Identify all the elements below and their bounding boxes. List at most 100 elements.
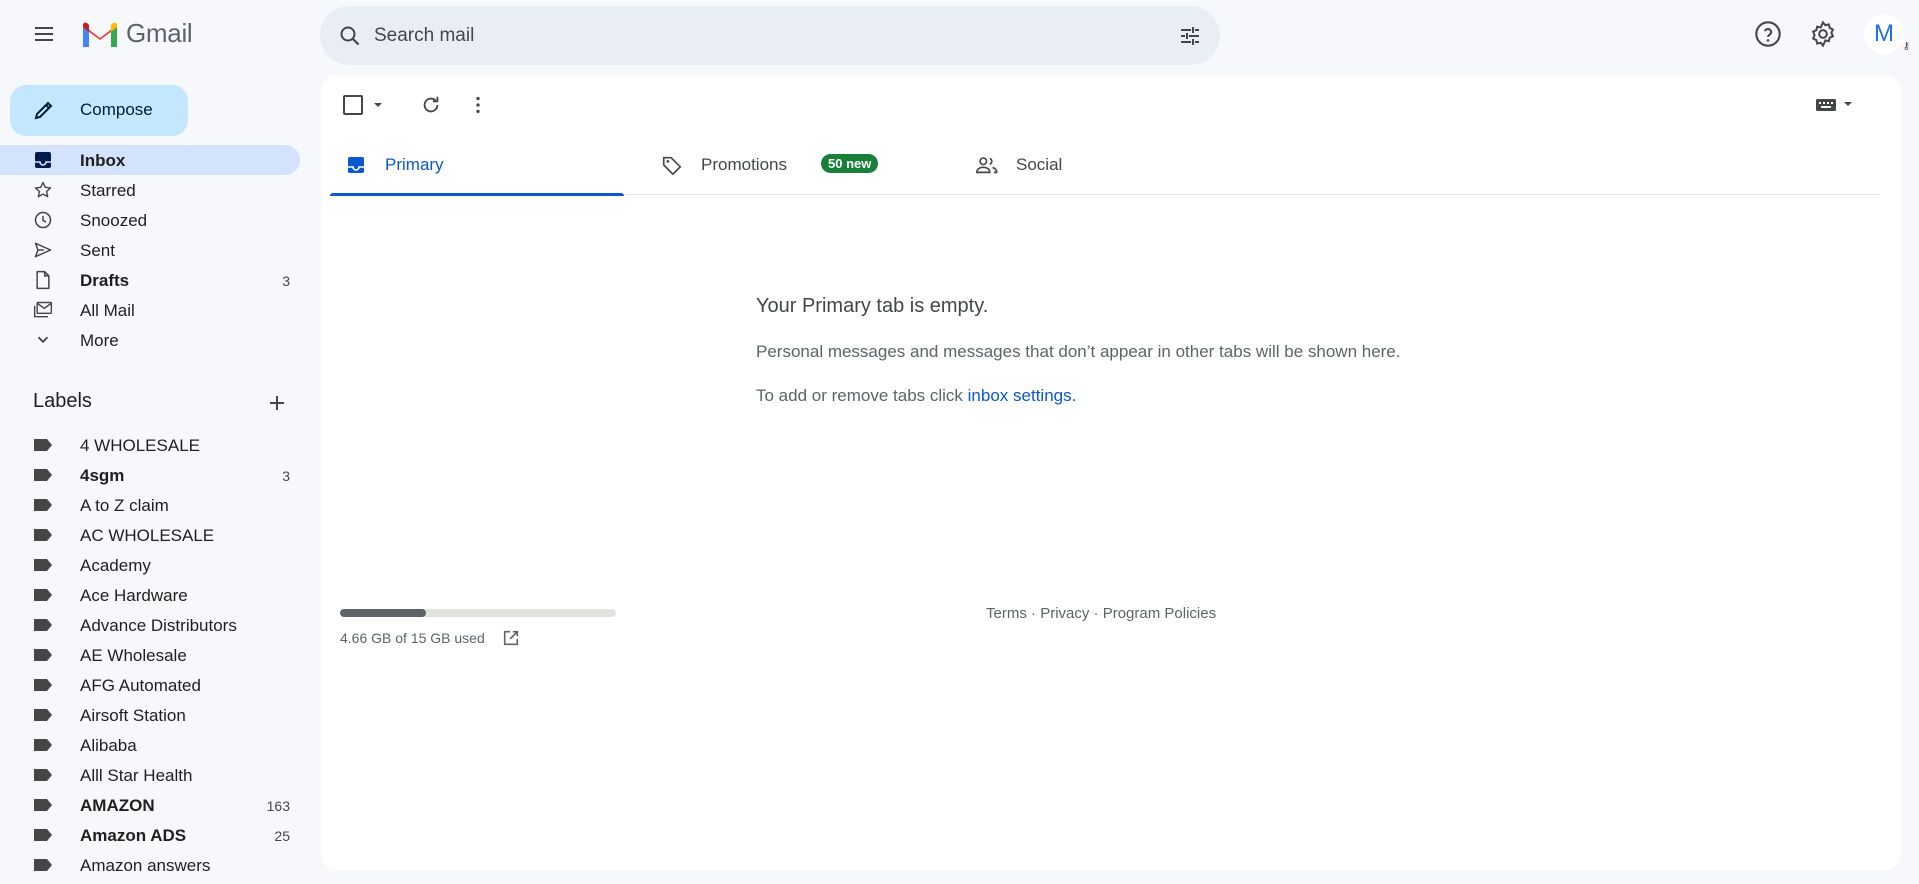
label-icon — [33, 795, 53, 815]
sidebar-item-all-mail[interactable]: All Mail — [0, 295, 300, 325]
search-input[interactable] — [374, 6, 1134, 65]
more-vertical-icon[interactable] — [464, 91, 492, 119]
clock-icon — [33, 210, 53, 230]
label-name: Alll Star Health — [80, 766, 193, 785]
label-item[interactable]: Advance Distributors — [0, 610, 300, 640]
label-name: AFG Automated — [80, 676, 201, 695]
sidebar-item-label: Drafts — [80, 271, 130, 290]
hamburger-icon — [35, 27, 53, 41]
privacy-link[interactable]: Privacy — [1040, 605, 1089, 622]
gmail-logo[interactable]: Gmail — [80, 18, 193, 49]
label-name: Alibaba — [80, 736, 137, 755]
storage-usage-bar — [340, 609, 616, 617]
main-menu-button[interactable] — [24, 14, 64, 54]
refresh-icon[interactable] — [417, 91, 445, 119]
help-icon[interactable] — [1748, 14, 1788, 54]
label-item[interactable]: AFG Automated — [0, 670, 300, 700]
unread-count: 163 — [266, 798, 290, 814]
draft-icon — [33, 270, 53, 290]
tab-social[interactable]: Social — [961, 135, 1255, 195]
search-options-icon[interactable] — [1174, 20, 1206, 52]
label-icon — [33, 705, 53, 725]
chevron-down-icon — [33, 330, 53, 350]
label-item[interactable]: Ace Hardware — [0, 580, 300, 610]
select-dropdown-icon[interactable] — [371, 98, 385, 112]
input-tools-icon[interactable] — [1811, 93, 1861, 117]
select-all-checkbox[interactable] — [343, 95, 363, 115]
label-item[interactable]: AMAZON 163 — [0, 790, 300, 820]
sidebar-item-starred[interactable]: Starred — [0, 175, 300, 205]
program-policies-link[interactable]: Program Policies — [1103, 605, 1216, 622]
open-in-new-icon[interactable] — [501, 628, 521, 648]
label-icon — [33, 675, 53, 695]
tab-label: Promotions — [701, 155, 787, 174]
unread-count: 25 — [274, 828, 290, 844]
account-avatar[interactable]: M ⚷ — [1864, 14, 1910, 54]
label-item[interactable]: Academy — [0, 550, 300, 580]
key-icon: ⚷ — [1902, 41, 1910, 52]
toolbar — [321, 75, 1901, 135]
label-item[interactable]: 4sgm 3 — [0, 460, 300, 490]
new-count-badge: 50 new — [821, 154, 879, 173]
search-icon[interactable] — [334, 20, 366, 52]
main-panel: Primary Promotions 50 new Social Your Pr… — [321, 75, 1901, 870]
sidebar-item-more[interactable]: More — [0, 325, 300, 355]
empty-state: Your Primary tab is empty. Personal mess… — [756, 295, 1656, 405]
label-name: Amazon answers — [80, 856, 211, 875]
footer-links: Terms · Privacy · Program Policies — [986, 605, 1216, 622]
label-item[interactable]: AC WHOLESALE — [0, 520, 300, 550]
storage-usage-fill — [340, 609, 426, 617]
sidebar-item-label: Sent — [80, 241, 115, 260]
storage-usage-text: 4.66 GB of 15 GB used — [340, 630, 485, 646]
label-icon — [33, 465, 53, 485]
label-name: Airsoft Station — [80, 706, 186, 725]
label-name: 4sgm — [80, 466, 125, 485]
add-label-icon[interactable] — [264, 390, 290, 416]
terms-link[interactable]: Terms — [986, 605, 1027, 622]
label-icon — [33, 825, 53, 845]
all-mail-icon — [33, 300, 53, 320]
sidebar-item-label: Starred — [80, 181, 136, 200]
label-name: Advance Distributors — [80, 616, 237, 635]
inbox-icon — [33, 150, 53, 170]
app-name: Gmail — [126, 18, 193, 48]
label-item[interactable]: Amazon answers — [0, 850, 300, 880]
empty-state-tip: To add or remove tabs click inbox settin… — [756, 386, 1076, 406]
label-item[interactable]: Alll Star Health — [0, 760, 300, 790]
label-name: AC WHOLESALE — [80, 526, 215, 545]
label-item[interactable]: AE Wholesale — [0, 640, 300, 670]
sidebar-item-snoozed[interactable]: Snoozed — [0, 205, 300, 235]
compose-label: Compose — [80, 100, 153, 119]
label-name: AE Wholesale — [80, 646, 187, 665]
label-name: Academy — [80, 556, 151, 575]
tab-promotions[interactable]: Promotions 50 new — [646, 135, 940, 195]
compose-button[interactable]: Compose — [10, 85, 188, 136]
gear-icon[interactable] — [1803, 14, 1843, 54]
labels-heading: Labels — [33, 390, 92, 412]
label-item[interactable]: A to Z claim — [0, 490, 300, 520]
footer-separator: · — [1026, 605, 1041, 622]
sidebar-item-drafts[interactable]: Drafts 3 — [0, 265, 300, 295]
label-icon — [33, 435, 53, 455]
label-item[interactable]: 4 WHOLESALE — [0, 430, 300, 460]
label-name: Amazon ADS — [80, 826, 187, 845]
tab-primary[interactable]: Primary — [330, 135, 624, 196]
sidebar-item-inbox[interactable]: Inbox — [0, 145, 300, 175]
tab-label: Primary — [385, 155, 444, 174]
empty-state-title: Your Primary tab is empty. — [756, 295, 989, 317]
top-bar: Gmail M ⚷ — [0, 0, 1919, 68]
label-icon — [33, 735, 53, 755]
inbox-settings-link[interactable]: inbox settings. — [968, 386, 1077, 405]
label-item[interactable]: Airsoft Station — [0, 700, 300, 730]
label-item[interactable]: Amazon ADS 25 — [0, 820, 300, 850]
label-icon — [33, 525, 53, 545]
gmail-m-icon — [83, 22, 117, 47]
label-icon — [33, 495, 53, 515]
label-item[interactable]: Alibaba — [0, 730, 300, 760]
tip-text: To add or remove tabs click — [756, 386, 968, 405]
sidebar-item-label: More — [80, 331, 119, 350]
people-icon — [975, 153, 999, 177]
sidebar-item-sent[interactable]: Sent — [0, 235, 300, 265]
unread-count: 3 — [282, 468, 290, 484]
label-icon — [33, 855, 53, 875]
